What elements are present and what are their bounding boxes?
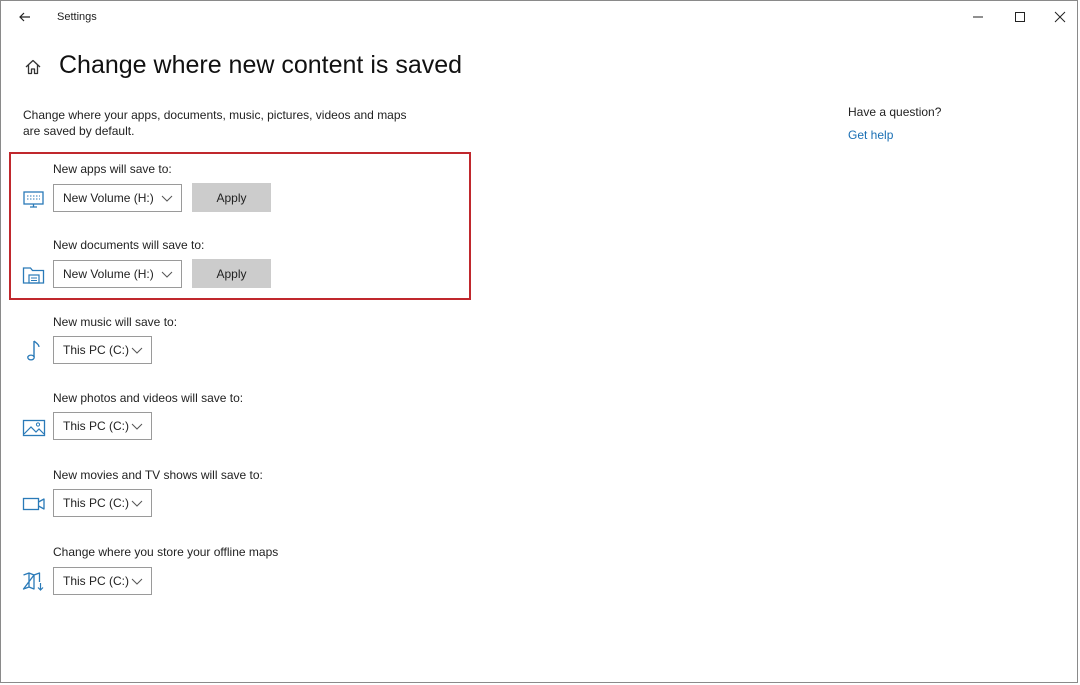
window-title: Settings xyxy=(57,11,97,23)
chevron-down-icon xyxy=(131,423,143,430)
movies-tv-location-dropdown[interactable]: This PC (C:) xyxy=(53,489,152,517)
setting-label: New apps will save to: xyxy=(53,162,172,176)
setting-label: New movies and TV shows will save to: xyxy=(53,468,263,482)
maximize-button[interactable] xyxy=(1009,7,1031,27)
video-camera-icon xyxy=(21,492,47,516)
music-location-dropdown[interactable]: This PC (C:) xyxy=(53,336,152,364)
page-description: Change where your apps, documents, music… xyxy=(23,108,407,138)
map-download-icon xyxy=(21,569,47,593)
minimize-button[interactable] xyxy=(967,7,989,27)
help-question: Have a question? xyxy=(848,105,942,119)
dropdown-value: New Volume (H:) xyxy=(63,191,154,205)
chevron-down-icon xyxy=(161,271,173,278)
setting-label: New documents will save to: xyxy=(53,238,205,252)
dropdown-value: This PC (C:) xyxy=(63,496,129,510)
apps-apply-button[interactable]: Apply xyxy=(192,183,271,212)
page-title: Change where new content is saved xyxy=(59,51,463,79)
chevron-down-icon xyxy=(131,578,143,585)
documents-location-dropdown[interactable]: New Volume (H:) xyxy=(53,260,182,288)
dropdown-value: New Volume (H:) xyxy=(63,267,154,281)
close-button[interactable] xyxy=(1049,7,1071,27)
music-note-icon xyxy=(21,339,47,363)
back-arrow-icon xyxy=(19,12,30,22)
setting-label: New music will save to: xyxy=(53,315,178,329)
minimize-icon xyxy=(973,16,983,18)
chevron-down-icon xyxy=(161,195,173,202)
photos-videos-location-dropdown[interactable]: This PC (C:) xyxy=(53,412,152,440)
chevron-down-icon xyxy=(131,347,143,354)
maps-location-dropdown[interactable]: This PC (C:) xyxy=(53,567,152,595)
setting-label: Change where you store your offline maps xyxy=(53,545,279,559)
dropdown-value: This PC (C:) xyxy=(63,419,129,433)
dropdown-value: This PC (C:) xyxy=(63,574,129,588)
home-icon xyxy=(25,59,41,75)
chevron-down-icon xyxy=(131,500,143,507)
maximize-icon xyxy=(1015,12,1025,22)
get-help-link[interactable]: Get help xyxy=(848,128,941,142)
home-button[interactable] xyxy=(23,57,43,77)
settings-window: Settings Change where new content is sav… xyxy=(0,0,1078,683)
title-bar: Settings xyxy=(1,1,1077,33)
close-icon xyxy=(1054,11,1066,23)
help-aside: Have a question? Get help xyxy=(848,105,941,142)
dropdown-value: This PC (C:) xyxy=(63,343,129,357)
setting-label: New photos and videos will save to: xyxy=(53,391,244,405)
documents-apply-button[interactable]: Apply xyxy=(192,259,271,288)
picture-icon xyxy=(21,416,47,440)
folder-documents-icon xyxy=(21,263,47,287)
back-button[interactable] xyxy=(15,7,35,27)
apps-location-dropdown[interactable]: New Volume (H:) xyxy=(53,184,182,212)
monitor-icon xyxy=(21,187,47,211)
